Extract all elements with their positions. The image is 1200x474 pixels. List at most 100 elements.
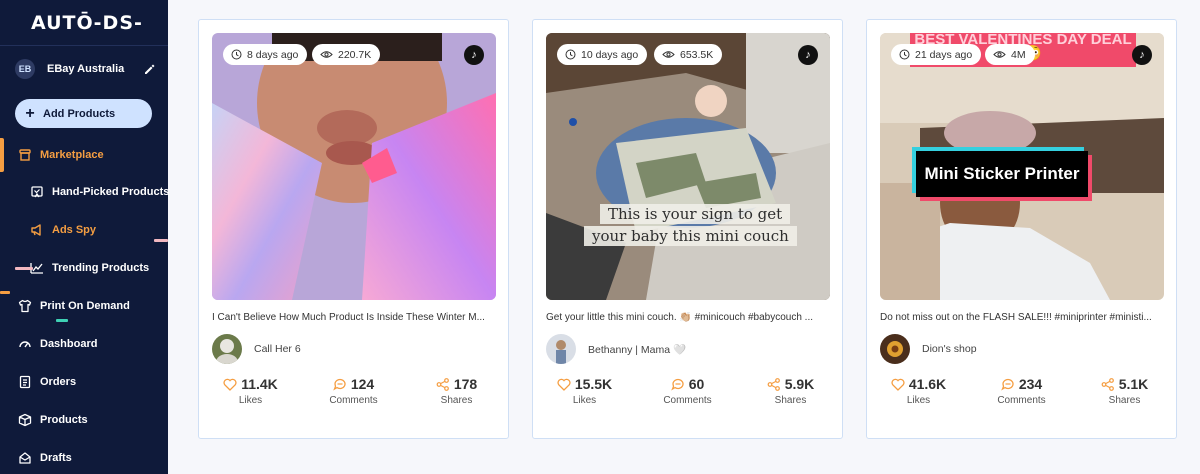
ad-caption[interactable]: I Can't Believe How Much Product Is Insi… bbox=[212, 312, 498, 323]
sidebar-item-dashboard[interactable]: Dashboard bbox=[0, 329, 168, 359]
sidebar-item-marketplace[interactable]: Marketplace bbox=[0, 140, 168, 170]
views-badge: 220.7K bbox=[312, 44, 381, 65]
age-badge: 8 days ago bbox=[223, 44, 308, 65]
likes-stat: 41.6K Likes bbox=[867, 376, 970, 406]
clock-icon bbox=[565, 49, 576, 60]
views-badge: 4M bbox=[985, 44, 1035, 65]
video-thumbnail-image bbox=[212, 33, 496, 300]
likes-label: Likes bbox=[238, 395, 263, 406]
ad-card[interactable]: 8 days ago 220.7K ♪ I Can't Believe How … bbox=[198, 19, 509, 439]
pencil-icon[interactable] bbox=[143, 63, 155, 75]
video-thumbnail[interactable]: 8 days ago 220.7K ♪ bbox=[212, 33, 496, 300]
store-selector[interactable]: EB EBay Australia bbox=[15, 58, 155, 80]
shares-stat: 5.9K Shares bbox=[739, 376, 842, 406]
comments-label: Comments bbox=[663, 395, 712, 406]
decorative-mark bbox=[15, 267, 33, 270]
ad-caption[interactable]: Do not miss out on the FLASH SALE!!! #mi… bbox=[880, 312, 1166, 323]
sidebar-item-ads-spy[interactable]: Ads Spy bbox=[0, 215, 168, 245]
shares-stat: 5.1K Shares bbox=[1073, 376, 1176, 406]
sidebar-item-orders[interactable]: Orders bbox=[0, 367, 168, 397]
orders-icon bbox=[18, 375, 32, 389]
likes-count: 15.5K bbox=[574, 376, 613, 392]
sidebar: AUTŌ-DS- EB EBay Australia + Add Product… bbox=[0, 0, 170, 474]
author[interactable]: Bethanny | Mama 🤍 bbox=[546, 334, 686, 364]
shirt-icon bbox=[18, 299, 32, 313]
share-icon bbox=[436, 377, 449, 391]
video-overlay-text: This is your sign to get bbox=[600, 204, 791, 224]
sidebar-item-drafts[interactable]: Drafts bbox=[0, 443, 168, 473]
video-thumbnail-image bbox=[546, 33, 830, 300]
add-products-button[interactable]: + Add Products bbox=[15, 99, 152, 128]
box-icon bbox=[18, 413, 32, 427]
tiktok-icon[interactable]: ♪ bbox=[1132, 45, 1152, 65]
heart-icon bbox=[891, 378, 905, 391]
sidebar-item-label: Hand-Picked Products bbox=[52, 186, 170, 198]
engagement-stats: 41.6K Likes 234 Comments 5.1K Shares bbox=[867, 376, 1176, 406]
heart-icon bbox=[557, 378, 571, 391]
likes-count: 11.4K bbox=[241, 376, 278, 392]
share-icon bbox=[1101, 377, 1114, 391]
decorative-mark bbox=[0, 291, 10, 294]
video-thumbnail[interactable]: This is your sign to get your baby this … bbox=[546, 33, 830, 300]
age-text: 10 days ago bbox=[581, 48, 639, 61]
likes-stat: 11.4K Likes bbox=[199, 376, 302, 406]
comments-label: Comments bbox=[329, 395, 378, 406]
likes-stat: 15.5K Likes bbox=[533, 376, 636, 406]
eye-icon bbox=[320, 51, 333, 58]
avatar bbox=[880, 334, 910, 364]
age-badge: 21 days ago bbox=[891, 44, 982, 65]
ad-card[interactable]: BEST VALENTINES DAY DEAL 😳😳 Mini Sticker… bbox=[866, 19, 1177, 439]
age-badge: 10 days ago bbox=[557, 44, 648, 65]
ad-card[interactable]: This is your sign to get your baby this … bbox=[532, 19, 843, 439]
autods-logo[interactable]: AUTŌ-DS- bbox=[31, 12, 143, 34]
age-text: 21 days ago bbox=[915, 48, 973, 61]
shares-count: 5.9K bbox=[784, 376, 815, 392]
author-name: Dion's shop bbox=[922, 343, 977, 355]
comments-stat: 60 Comments bbox=[636, 376, 739, 406]
comments-count: 234 bbox=[1018, 376, 1043, 392]
engagement-stats: 11.4K Likes 124 Comments 178 Shares bbox=[199, 376, 508, 406]
shares-label: Shares bbox=[1108, 395, 1141, 406]
shares-stat: 178 Shares bbox=[405, 376, 508, 406]
sidebar-item-print-on-demand[interactable]: Print On Demand bbox=[0, 291, 168, 321]
views-text: 653.5K bbox=[680, 48, 714, 61]
gauge-icon bbox=[18, 337, 32, 351]
sidebar-item-label: Products bbox=[40, 414, 88, 426]
eye-icon bbox=[993, 51, 1006, 58]
tiktok-icon[interactable]: ♪ bbox=[464, 45, 484, 65]
sidebar-item-label: Trending Products bbox=[52, 262, 150, 274]
divider bbox=[0, 45, 168, 46]
author[interactable]: Call Her 6 bbox=[212, 334, 301, 364]
likes-label: Likes bbox=[572, 395, 597, 406]
heart-icon bbox=[223, 378, 237, 391]
plus-icon: + bbox=[25, 104, 35, 122]
sidebar-item-hand-picked-products[interactable]: Hand-Picked Products bbox=[0, 177, 170, 207]
store-icon bbox=[18, 148, 32, 162]
likes-count: 41.6K bbox=[908, 376, 947, 392]
sidebar-item-products[interactable]: Products bbox=[0, 405, 168, 435]
tiktok-icon[interactable]: ♪ bbox=[798, 45, 818, 65]
add-products-label: Add Products bbox=[43, 107, 116, 120]
store-name: EBay Australia bbox=[47, 63, 125, 75]
eye-icon bbox=[662, 51, 675, 58]
views-badge: 653.5K bbox=[654, 44, 723, 65]
store-avatar: EB bbox=[15, 59, 35, 79]
shares-count: 5.1K bbox=[1118, 376, 1149, 392]
comment-icon bbox=[670, 378, 684, 390]
hand-picked-icon bbox=[30, 185, 44, 199]
author[interactable]: Dion's shop bbox=[880, 334, 977, 364]
decorative-mark bbox=[56, 319, 68, 322]
sidebar-item-label: Dashboard bbox=[40, 338, 98, 350]
comments-stat: 124 Comments bbox=[302, 376, 405, 406]
ad-caption[interactable]: Get your little this mini couch. 👏🏼 #min… bbox=[546, 312, 832, 323]
comments-stat: 234 Comments bbox=[970, 376, 1073, 406]
shares-label: Shares bbox=[774, 395, 807, 406]
age-text: 8 days ago bbox=[247, 48, 299, 61]
video-thumbnail[interactable]: BEST VALENTINES DAY DEAL 😳😳 Mini Sticker… bbox=[880, 33, 1164, 300]
sidebar-item-label: Marketplace bbox=[40, 149, 104, 161]
sidebar-item-label: Drafts bbox=[40, 452, 72, 464]
share-icon bbox=[767, 377, 780, 391]
clock-icon bbox=[899, 49, 910, 60]
clock-icon bbox=[231, 49, 242, 60]
author-name: Call Her 6 bbox=[254, 343, 301, 355]
